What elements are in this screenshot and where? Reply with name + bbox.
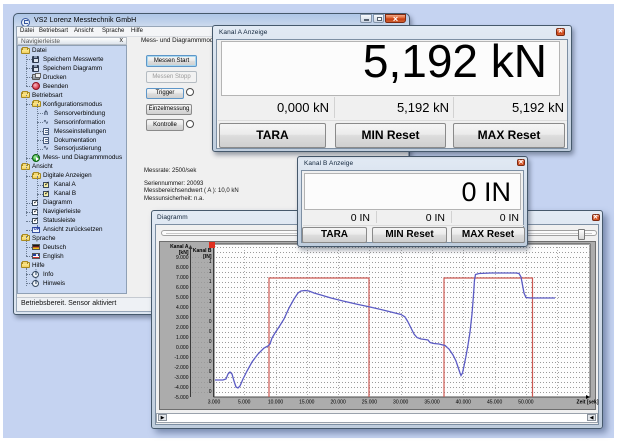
svg-text:0: 0 bbox=[209, 389, 212, 395]
svg-text:-3.000: -3.000 bbox=[174, 375, 188, 381]
svg-text:1: 1 bbox=[209, 299, 212, 305]
svg-text:0: 0 bbox=[209, 349, 212, 355]
svg-text:10.000: 10.000 bbox=[268, 400, 284, 406]
svg-text:4.000: 4.000 bbox=[176, 305, 189, 311]
svg-text:5.000: 5.000 bbox=[176, 295, 189, 301]
svg-text:-5.000: -5.000 bbox=[174, 395, 188, 401]
svg-text:50.000: 50.000 bbox=[518, 400, 534, 406]
svg-text:-2.000: -2.000 bbox=[174, 365, 188, 371]
svg-text:1.000: 1.000 bbox=[176, 335, 189, 341]
svg-text:25.000: 25.000 bbox=[362, 400, 378, 406]
svg-text:1: 1 bbox=[209, 259, 212, 265]
svg-text:40.000: 40.000 bbox=[456, 400, 472, 406]
svg-text:15.000: 15.000 bbox=[299, 400, 315, 406]
svg-text:6.000: 6.000 bbox=[176, 285, 189, 291]
svg-text:-4.000: -4.000 bbox=[174, 385, 188, 391]
svg-text:0: 0 bbox=[209, 329, 212, 335]
svg-text:9.000: 9.000 bbox=[176, 255, 189, 261]
svg-text:0: 0 bbox=[209, 379, 212, 385]
svg-text:3.000: 3.000 bbox=[176, 315, 189, 321]
svg-text:35.000: 35.000 bbox=[424, 400, 440, 406]
svg-text:1: 1 bbox=[209, 279, 212, 285]
svg-text:0: 0 bbox=[209, 339, 212, 345]
svg-text:-1.000: -1.000 bbox=[174, 355, 188, 361]
svg-text:20.000: 20.000 bbox=[330, 400, 346, 406]
svg-text:7.000: 7.000 bbox=[176, 275, 189, 281]
svg-text:1: 1 bbox=[209, 269, 212, 275]
svg-text:5.000: 5.000 bbox=[238, 400, 251, 406]
svg-text:2.000: 2.000 bbox=[176, 325, 189, 331]
svg-text:30.000: 30.000 bbox=[393, 400, 409, 406]
svg-text:1: 1 bbox=[209, 289, 212, 295]
svg-text:0: 0 bbox=[209, 319, 212, 325]
svg-text:0: 0 bbox=[209, 359, 212, 365]
svg-text:45.000: 45.000 bbox=[487, 400, 503, 406]
svg-text:Zeit [sek]: Zeit [sek] bbox=[577, 400, 599, 406]
svg-text:0.000: 0.000 bbox=[176, 345, 189, 351]
svg-text:0: 0 bbox=[209, 369, 212, 375]
svg-text:1: 1 bbox=[209, 309, 212, 315]
svg-text:3.000: 3.000 bbox=[208, 400, 221, 406]
svg-text:8.000: 8.000 bbox=[176, 265, 189, 271]
